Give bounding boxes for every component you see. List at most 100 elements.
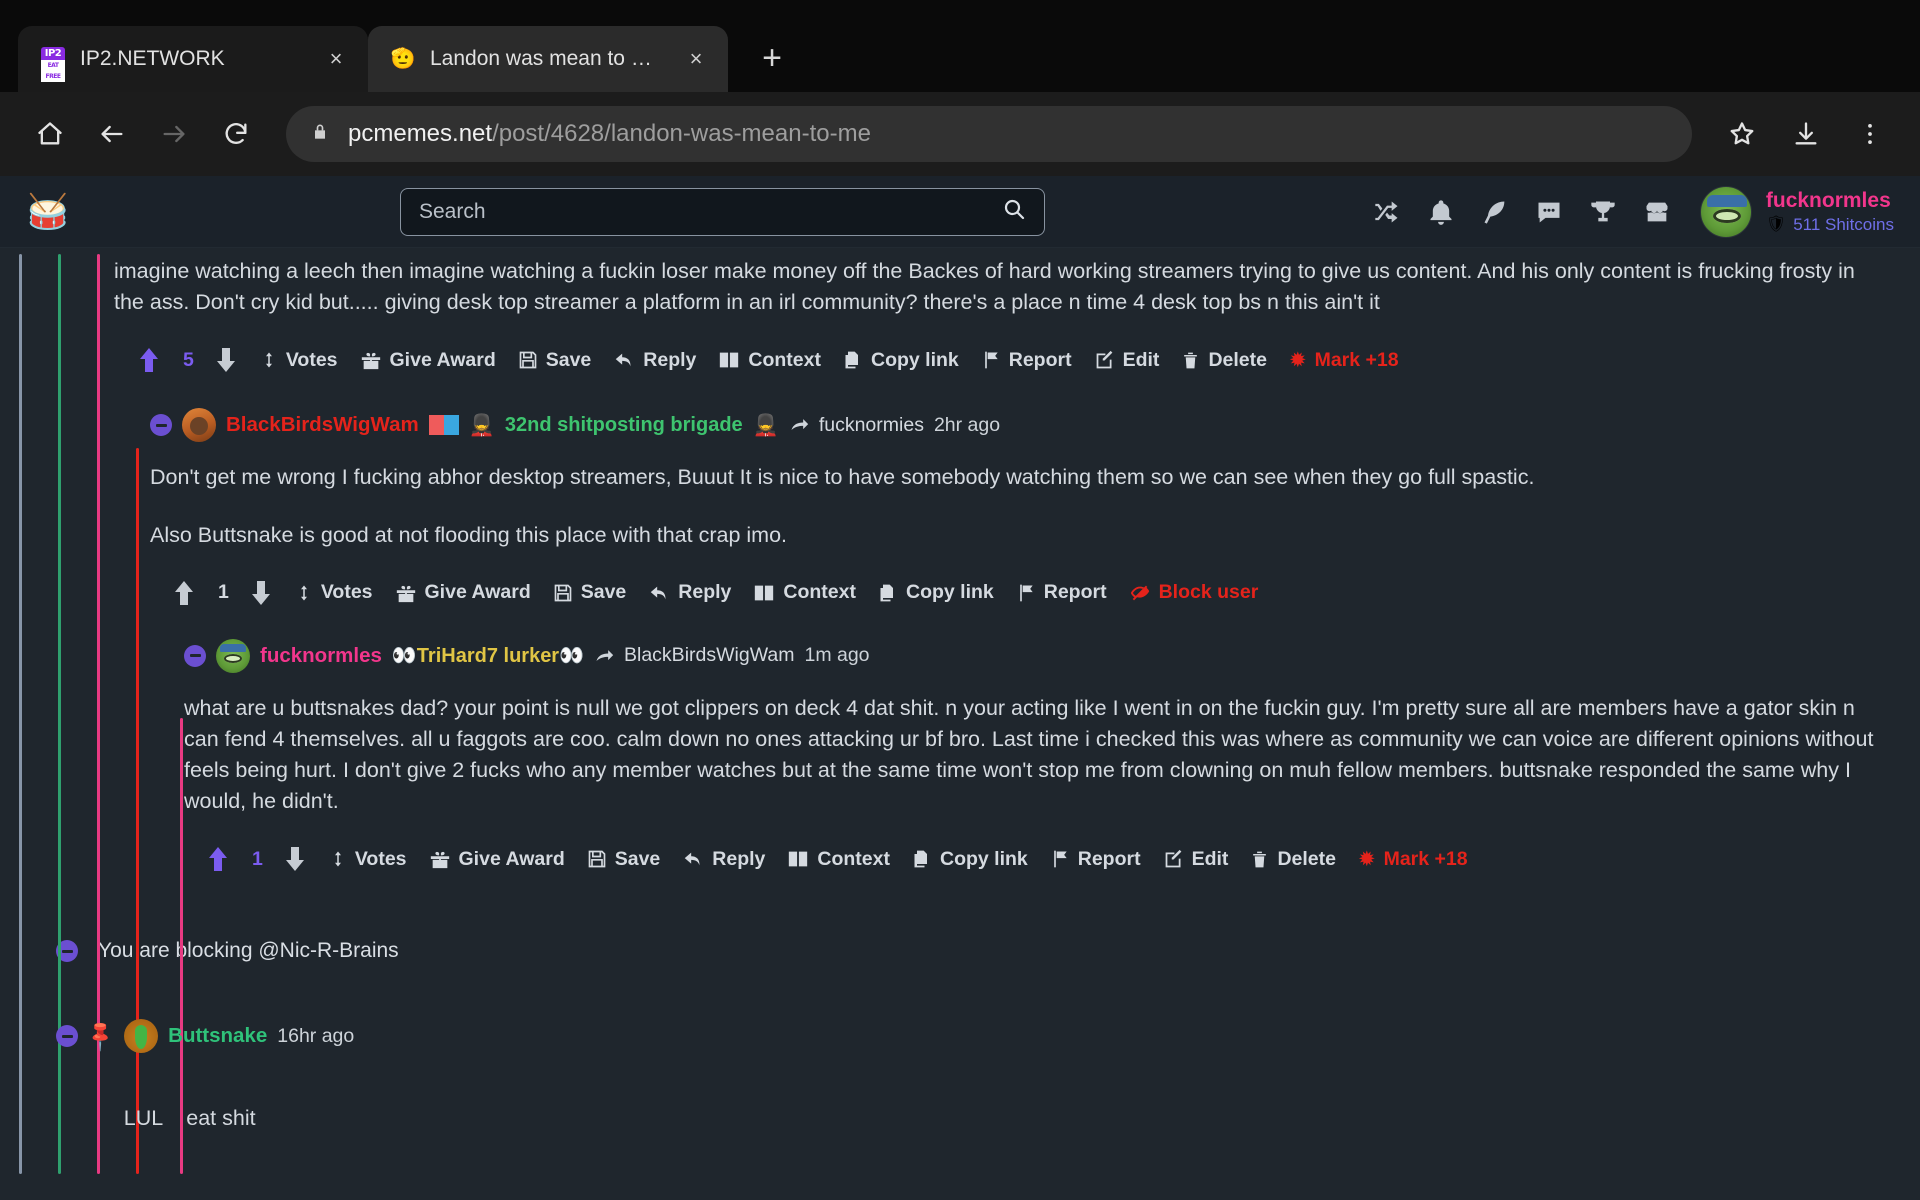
give-award-label: Give Award <box>458 847 565 870</box>
comment-thread: imagine watching a leech then imagine wa… <box>0 248 1920 1200</box>
reply-button[interactable]: Reply <box>613 349 696 372</box>
report-button[interactable]: Report <box>1050 848 1141 871</box>
context-button[interactable]: Context <box>753 581 856 604</box>
mark-18-button[interactable]: ✹ Mark +18 <box>1289 349 1399 372</box>
home-icon[interactable] <box>22 106 78 162</box>
votes-button[interactable]: Votes <box>295 581 373 604</box>
sun-burst-icon: ✹ <box>1288 348 1307 372</box>
report-label: Report <box>1043 581 1107 604</box>
context-button[interactable]: Context <box>718 349 821 372</box>
comment-author[interactable]: BlackBirdsWigWam <box>226 413 419 437</box>
save-button[interactable]: Save <box>553 581 627 604</box>
downvote-button[interactable] <box>283 846 307 872</box>
comment-header: 📌 Buttsnake 16hr ago <box>56 1015 1920 1057</box>
search-icon[interactable] <box>1002 197 1026 226</box>
upvote-button[interactable] <box>206 846 230 872</box>
browser-tab-landon-was-mean-to-me[interactable]: 🫡 Landon was mean to me : × <box>368 26 728 92</box>
splat-icon: 🫡 <box>390 48 416 70</box>
comment-timestamp: 16hr ago <box>277 1024 355 1047</box>
edit-button[interactable]: Edit <box>1163 848 1228 871</box>
search-input[interactable] <box>419 199 992 224</box>
reply-arrow-icon <box>594 646 614 666</box>
user-block[interactable]: fucknormles 🛡 511 Shitcoins <box>1699 185 1894 238</box>
copy-link-label: Copy link <box>939 847 1028 870</box>
block-user-button[interactable]: Block user <box>1129 581 1258 604</box>
upvote-button[interactable] <box>172 580 196 606</box>
copy-link-button[interactable]: Copy link <box>843 349 959 372</box>
trophy-icon[interactable] <box>1576 185 1630 239</box>
avatar[interactable] <box>1699 185 1752 238</box>
star-icon[interactable] <box>1714 106 1770 162</box>
comment-body: Don't get me wrong I fucking abhor deskt… <box>150 462 1850 550</box>
chat-icon[interactable] <box>1522 185 1576 239</box>
browser-toolbar: pcmemes.net/post/4628/landon-was-mean-to… <box>0 92 1920 176</box>
tab-close-icon[interactable]: × <box>682 45 710 73</box>
download-icon[interactable] <box>1778 106 1834 162</box>
shuffle-icon[interactable] <box>1360 185 1414 239</box>
votes-button[interactable]: Votes <box>329 848 407 871</box>
store-icon[interactable] <box>1630 185 1684 239</box>
comment-paragraph: Also Buttsnake is good at not flooding t… <box>150 522 788 547</box>
browser-tab-ip2network[interactable]: IP2 EAT FREE IP2.NETWORK × <box>18 26 368 92</box>
reply-button[interactable]: Reply <box>648 581 731 604</box>
edit-button[interactable]: Edit <box>1094 348 1160 372</box>
mark-18-label: Mark +18 <box>1383 847 1468 870</box>
delete-label: Delete <box>1277 847 1336 870</box>
context-label: Context <box>817 847 890 870</box>
downvote-button[interactable] <box>249 580 273 606</box>
delete-button[interactable]: Delete <box>1181 349 1267 372</box>
collapse-button[interactable] <box>56 1025 78 1048</box>
avatar[interactable] <box>216 638 250 673</box>
comment-body: what are u buttsnakes dad? your point is… <box>184 693 1874 818</box>
save-button[interactable]: Save <box>518 348 592 372</box>
comment-author[interactable]: fucknormles <box>260 644 382 668</box>
copy-link-button[interactable]: Copy link <box>912 848 1028 871</box>
downvote-button[interactable] <box>214 347 238 373</box>
save-label: Save <box>580 581 627 604</box>
save-button[interactable]: Save <box>587 848 660 871</box>
copy-link-button[interactable]: Copy link <box>878 581 994 604</box>
kebab-menu-icon[interactable] <box>1842 106 1898 162</box>
username-label[interactable]: fucknormles <box>1766 188 1894 214</box>
comment-header: BlackBirdsWigWam 💂 32nd shitposting brig… <box>150 404 1920 446</box>
context-button[interactable]: Context <box>787 848 890 871</box>
delete-button[interactable]: Delete <box>1250 848 1336 871</box>
comment-author[interactable]: Buttsnake <box>168 1024 267 1048</box>
give-award-label: Give Award <box>389 348 496 371</box>
tab-title: Landon was mean to me : <box>430 47 668 70</box>
reply-button[interactable]: Reply <box>682 848 765 871</box>
comment-score: 1 <box>218 581 229 604</box>
tab-title: IP2.NETWORK <box>80 47 225 70</box>
search-box[interactable] <box>400 187 1045 236</box>
header-icon-group: fucknormles 🛡 511 Shitcoins <box>1360 185 1894 239</box>
feather-icon[interactable] <box>1468 185 1522 239</box>
upvote-button[interactable] <box>137 347 161 373</box>
tab-close-icon[interactable]: × <box>322 45 350 73</box>
reload-icon[interactable] <box>208 106 264 162</box>
toolbar-right-group <box>1714 106 1898 162</box>
comment-reply-target[interactable]: BlackBirdsWigWam <box>624 644 794 667</box>
report-button[interactable]: Report <box>1016 581 1107 604</box>
new-tab-button[interactable]: + <box>744 30 800 86</box>
address-bar[interactable]: pcmemes.net/post/4628/landon-was-mean-to… <box>286 106 1692 162</box>
votes-label: Votes <box>320 581 373 604</box>
save-label: Save <box>545 348 592 371</box>
back-arrow-icon[interactable] <box>84 106 140 162</box>
site-logo-icon[interactable]: 🥁 <box>26 190 70 234</box>
comment-body: imagine watching a leech then imagine wa… <box>114 256 1856 318</box>
edit-label: Edit <box>1122 348 1160 371</box>
comment-reply-target[interactable]: fucknormies <box>819 414 924 437</box>
bell-icon[interactable] <box>1414 185 1468 239</box>
delete-label: Delete <box>1208 348 1267 371</box>
report-button[interactable]: Report <box>981 349 1072 372</box>
give-award-button[interactable]: Give Award <box>360 349 496 372</box>
give-award-button[interactable]: Give Award <box>395 581 531 604</box>
mark-18-button[interactable]: ✹ Mark +18 <box>1358 848 1468 871</box>
collapse-button[interactable] <box>150 414 172 437</box>
votes-button[interactable]: Votes <box>260 349 338 372</box>
collapse-button[interactable] <box>184 644 206 667</box>
votes-label: Votes <box>354 847 407 870</box>
give-award-button[interactable]: Give Award <box>429 848 565 871</box>
avatar[interactable] <box>182 408 216 443</box>
avatar[interactable] <box>124 1019 159 1054</box>
